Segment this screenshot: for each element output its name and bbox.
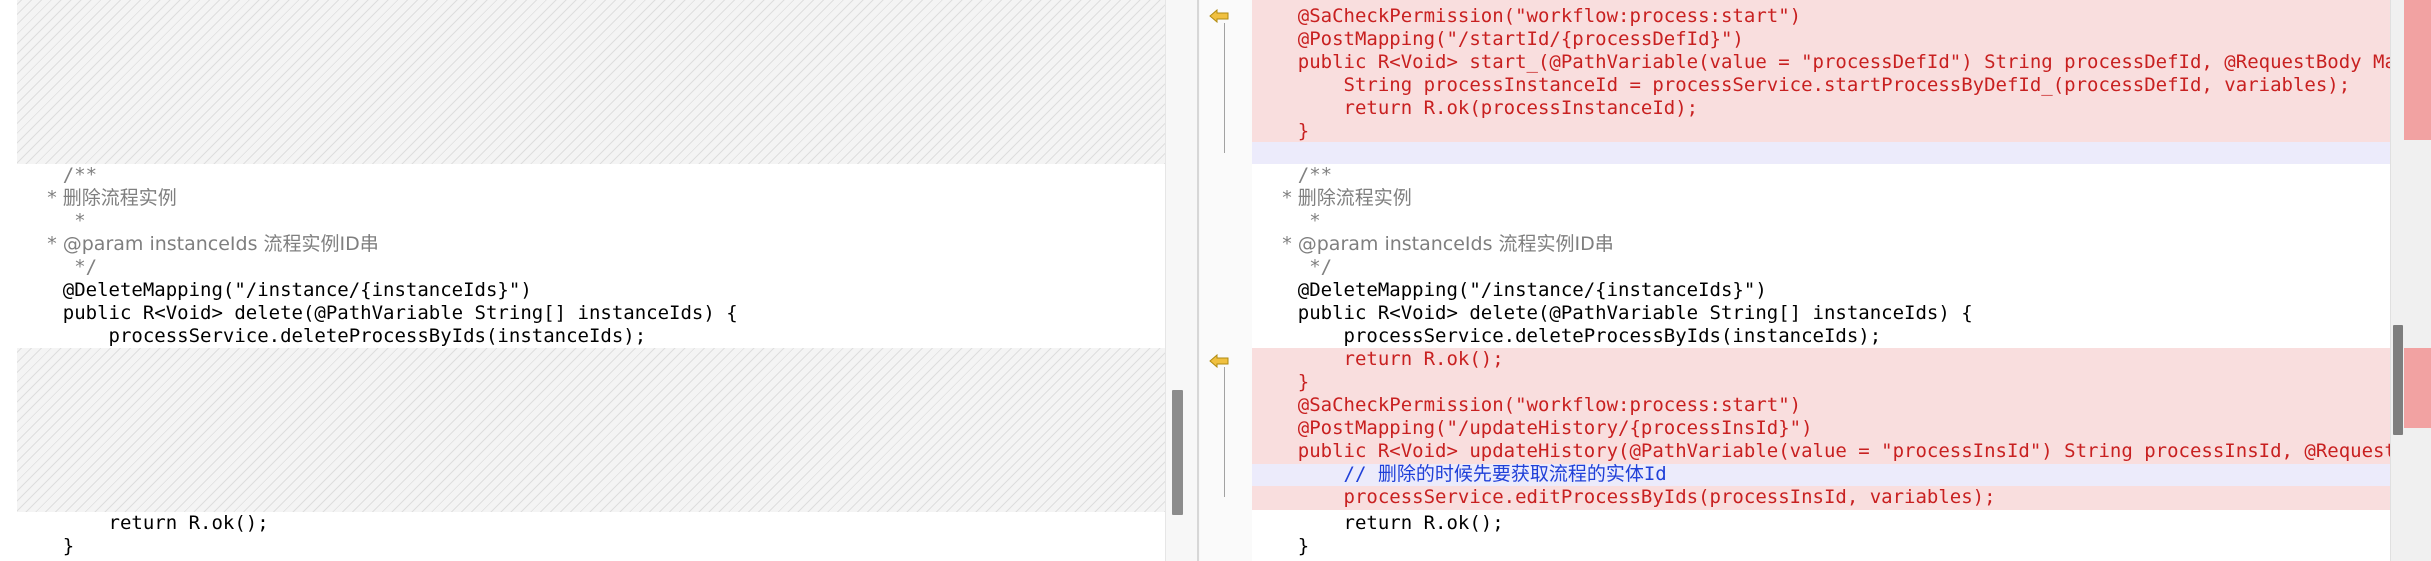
revert-arrow-icon[interactable] [1209,354,1229,368]
code-line-comment: // 删除的时候先要获取流程的实体Id [1252,463,1667,485]
right-change-gutter [1200,0,1252,561]
code-line: return R.ok(); [1252,512,1504,534]
code-line: public R<Void> delete(@PathVariable Stri… [17,302,738,324]
revert-arrow-icon[interactable] [1209,9,1229,23]
left-diff-pane[interactable]: /** * 删除流程实例 * * @param instanceIds 流程实例… [0,0,1165,561]
right-scrollbar-thumb[interactable] [2393,325,2403,435]
change-connector [1224,367,1225,497]
left-scrollbar-thumb[interactable] [1172,390,1183,515]
code-line: @DeleteMapping("/instance/{instanceIds}"… [1252,279,1767,301]
code-line-removed: public R<Void> start_(@PathVariable(valu… [1252,51,2390,73]
code-line: processService.deleteProcessByIds(instan… [17,325,647,347]
right-diff-pane[interactable]: @SaCheckPermission("workflow:process:sta… [1200,0,2390,561]
code-line: */ [17,256,98,278]
code-line: @DeleteMapping("/instance/{instanceIds}"… [17,279,532,301]
code-line: return R.ok(); [17,512,269,534]
code-line: * [17,210,86,232]
code-line: * @param instanceIds 流程实例ID串 [17,233,379,255]
placeholder-hatch-top [17,0,1165,164]
pane-divider[interactable] [1197,0,1199,561]
code-line-removed: public R<Void> updateHistory(@PathVariab… [1252,440,2390,462]
code-line-removed: @PostMapping("/updateHistory/{processIns… [1252,417,1813,439]
code-line: public R<Void> delete(@PathVariable Stri… [1252,302,1973,324]
code-line-removed: } [1252,371,1310,393]
code-line-removed: @SaCheckPermission("workflow:process:sta… [1252,5,1802,27]
code-line-removed: } [1252,120,1310,142]
code-line: /** [17,164,98,186]
code-line-removed: @SaCheckPermission("workflow:process:sta… [1252,394,1802,416]
code-line: */ [1252,256,1333,278]
code-line: } [17,535,75,557]
code-line: } [1252,535,1310,557]
code-line: * @param instanceIds 流程实例ID串 [1252,233,1614,255]
left-scroll-gutter [1165,0,1201,561]
overview-change-mark [2404,0,2431,140]
code-line-removed: return R.ok(processInstanceId); [1252,97,1699,119]
code-line: processService.deleteProcessByIds(instan… [1252,325,1882,347]
code-line-removed: @PostMapping("/startId/{processDefId}") [1252,28,1744,50]
placeholder-hatch-mid [17,348,1165,512]
code-line: /** [1252,164,1333,186]
code-line-removed: return R.ok(); [1252,348,1504,370]
code-line: * 删除流程实例 [17,187,177,209]
overview-change-mark [2404,348,2431,428]
code-line-removed: String processInstanceId = processServic… [1252,74,2351,96]
code-line: * [1252,210,1321,232]
code-line-removed: processService.editProcessByIds(processI… [1252,486,1996,508]
change-connector [1224,23,1225,153]
deleted-block-separator [1252,142,2390,164]
code-line: * 删除流程实例 [1252,187,1412,209]
